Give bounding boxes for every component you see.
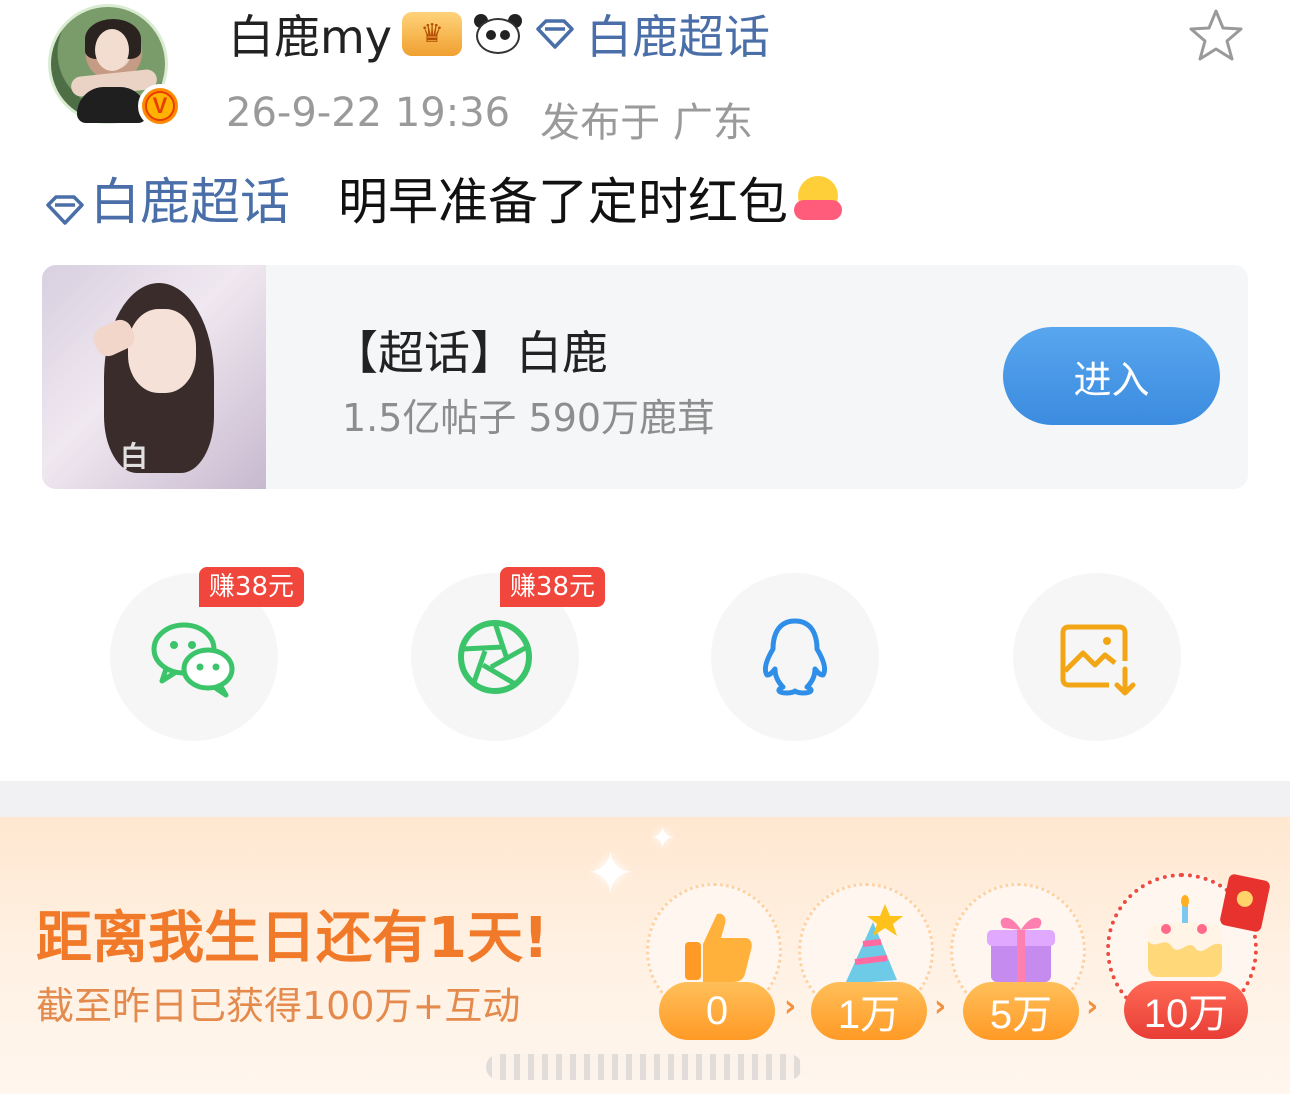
save-image-icon <box>1060 624 1136 696</box>
verified-v-label: V <box>145 91 175 121</box>
star-icon <box>1189 9 1243 61</box>
earn-reward-badge: 赚38元 <box>499 567 605 607</box>
post-text: 明早准备了定时红包 <box>338 173 788 231</box>
share-qq-button[interactable] <box>711 573 879 741</box>
post-content: 白鹿超话 明早准备了定时红包 <box>44 166 842 231</box>
wechat-icon <box>151 622 235 698</box>
milestone-0: 0 <box>646 883 782 1040</box>
supertopic-card[interactable]: 白 【超话】白鹿 1.5亿帖子 590万鹿茸 进入 <box>42 265 1248 489</box>
supertopic-link[interactable]: 白鹿超话 <box>586 1 770 67</box>
qq-penguin-icon <box>762 618 828 696</box>
author-name-row: 白鹿my ♛ 白鹿超话 <box>228 4 770 64</box>
username[interactable]: 白鹿my <box>228 1 392 67</box>
birthday-countdown-title: 距离我生日还有1天! <box>36 906 549 971</box>
verified-v-icon: V <box>138 84 182 128</box>
birthday-cake-icon <box>1148 895 1222 977</box>
birthday-banner[interactable]: ✦ ✦ 距离我生日还有1天! 截至昨日已获得100万+互动 0 › 1万 › 5… <box>0 817 1290 1094</box>
supertopic-thumbnail: 白 <box>42 265 266 489</box>
panda-badge-icon[interactable] <box>472 12 524 56</box>
milestone-label: 5万 <box>963 982 1079 1040</box>
milestone-label: 10万 <box>1124 981 1248 1039</box>
thumbnail-watermark: 白 <box>120 440 149 473</box>
milestone-label: 0 <box>659 982 775 1040</box>
share-moments-button[interactable]: 赚38元 <box>411 567 605 741</box>
sparkle-icon: ✦ <box>586 839 635 907</box>
enter-button[interactable]: 进入 <box>1003 327 1220 425</box>
hugging-face-icon <box>794 174 842 222</box>
avatar-face <box>95 29 129 71</box>
post-topic-link[interactable]: 白鹿超话 <box>44 162 290 234</box>
supertopic-stats: 1.5亿帖子 590万鹿茸 <box>342 396 716 440</box>
avatar[interactable]: V <box>40 2 190 132</box>
red-envelope-icon[interactable] <box>1219 873 1271 933</box>
share-wechat-button[interactable]: 赚38元 <box>110 567 304 741</box>
favorite-star-button[interactable] <box>1184 4 1248 68</box>
post-timestamp: 26-9-22 19:36 <box>226 90 511 136</box>
milestone-1: 1万 <box>798 883 934 1040</box>
milestone-2: 5万 <box>950 883 1086 1040</box>
weibo-post-page: V 白鹿my ♛ 白鹿超话 26-9-22 19:36 发布于 广东 白鹿超话 … <box>0 0 1290 1094</box>
post-location: 发布于 广东 <box>540 100 753 146</box>
vip-crown-badge-icon[interactable]: ♛ <box>402 12 463 56</box>
moments-shutter-icon <box>458 620 532 694</box>
avatar-cloth <box>77 87 147 123</box>
milestone-label: 1万 <box>811 982 927 1040</box>
chevron-right-icon: › <box>934 989 947 1024</box>
diamond-icon <box>44 181 86 225</box>
chevron-right-icon: › <box>784 989 797 1024</box>
chevron-right-icon: › <box>1086 989 1099 1024</box>
birthday-interaction-subtitle: 截至昨日已获得100万+互动 <box>36 984 521 1028</box>
home-indicator <box>486 1054 802 1080</box>
section-divider <box>0 781 1290 817</box>
sparkle-icon: ✦ <box>650 821 676 856</box>
post-meta: 26-9-22 19:36 发布于 广东 <box>226 90 753 148</box>
diamond-icon <box>534 17 576 51</box>
supertopic-title: 【超话】白鹿 <box>332 326 608 380</box>
earn-reward-badge: 赚38元 <box>198 567 304 607</box>
save-image-button[interactable] <box>1013 573 1181 741</box>
post-topic-label: 白鹿超话 <box>90 173 290 231</box>
